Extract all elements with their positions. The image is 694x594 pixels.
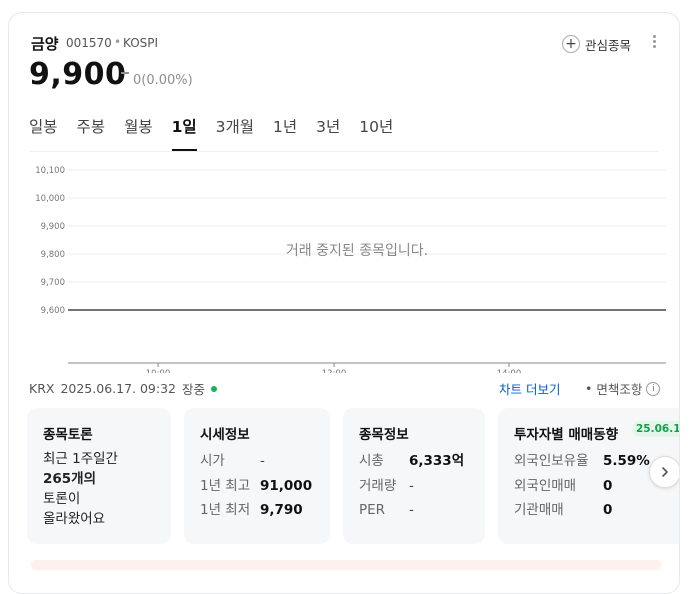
disclaimer-label: 면책조항: [596, 382, 643, 397]
watchlist-label: 관심종목: [585, 37, 632, 53]
tab-monthly[interactable]: 월봉: [124, 115, 153, 151]
quote-title: 시세정보: [200, 427, 250, 443]
stock-card: 금양 001570 • KOSPI 9,900 0(0.00%) + 관심종목 …: [8, 12, 680, 594]
current-price: 9,900: [29, 57, 127, 92]
plus-circle-icon: +: [562, 35, 580, 53]
discussion-summary: 최근 1주일간 265개의 토론이 올라왔어요: [43, 451, 118, 527]
tab-3months[interactable]: 3개월: [216, 115, 254, 151]
x-tick-label: 12:00: [322, 369, 347, 373]
trading-state: 장중: [182, 382, 206, 397]
y-tick-label: 10,000: [35, 194, 65, 204]
company-title: 종목정보: [359, 427, 409, 443]
quote-row-52w-low: 1년 최저 9,790: [200, 502, 303, 518]
header-separator: •: [114, 35, 122, 49]
quote-row-open: 시가 -: [200, 453, 265, 469]
y-tick-label: 9,800: [41, 250, 65, 260]
company-panel[interactable]: 종목정보 시총 6,333억 거래량 - PER -: [343, 408, 485, 544]
x-tick-label: 14:00: [497, 369, 522, 373]
next-panels-button[interactable]: [649, 456, 679, 488]
y-tick-label: 9,900: [41, 222, 65, 232]
flat-change-icon: [121, 72, 129, 74]
tab-1year[interactable]: 1년: [273, 115, 297, 151]
tab-weekly[interactable]: 주봉: [77, 115, 106, 151]
exchange-label: KRX: [29, 381, 55, 396]
price-chart[interactable]: 10,100 10,000 9,900 9,800 9,700 9,600 10:00 12:…: [17, 153, 672, 373]
bottom-banner: [31, 560, 661, 570]
investor-row-foreign-trade: 외국인매매 0: [514, 477, 613, 494]
investor-title: 투자자별 매매동향: [514, 427, 619, 443]
investor-row-foreign-ratio: 외국인보유율 5.59%: [514, 453, 650, 469]
trading-halt-message: 거래 중지된 종목입니다.: [286, 243, 428, 259]
investor-date-badge: 25.06.16: [632, 421, 679, 437]
investor-row-institution-trade: 기관매매 0: [514, 502, 613, 518]
company-row-per: PER -: [359, 502, 414, 518]
chart-more-link[interactable]: 차트 더보기: [499, 379, 560, 398]
price-change: 0(0.00%): [133, 73, 193, 88]
status-datetime: 2025.06.17. 09:32: [60, 381, 176, 396]
y-tick-label: 10,100: [35, 166, 65, 176]
disclaimer-link[interactable]: • 면책조항 i: [585, 379, 661, 398]
quote-panel[interactable]: 시세정보 시가 - 1년 최고 91,000 1년 최저 9,790: [184, 408, 330, 544]
discussion-title: 종목토론: [43, 427, 93, 443]
x-tick-label: 10:00: [146, 369, 171, 373]
tab-3years[interactable]: 3년: [316, 115, 340, 151]
stock-code: 001570: [66, 36, 112, 50]
y-tick-label: 9,700: [41, 278, 65, 288]
market-label: KOSPI: [123, 36, 159, 50]
tabs-divider: [29, 151, 659, 152]
discussion-count: 265개의: [43, 471, 97, 487]
watchlist-button[interactable]: + 관심종목: [562, 33, 631, 55]
more-vertical-icon[interactable]: [651, 35, 657, 53]
disclaimer-separator: •: [585, 381, 593, 396]
y-tick-label: 9,600: [41, 306, 65, 316]
company-row-marketcap: 시총 6,333억: [359, 453, 465, 469]
chevron-right-icon: [662, 467, 668, 477]
market-status: KRX 2025.06.17. 09:32 장중: [29, 379, 218, 398]
tab-daily[interactable]: 일봉: [29, 115, 58, 151]
company-row-volume: 거래량 -: [359, 477, 414, 494]
period-tabs: 일봉 주봉 월봉 1일 3개월 1년 3년 10년: [29, 115, 412, 151]
quote-row-52w-high: 1년 최고 91,000: [200, 477, 313, 494]
info-icon: i: [646, 381, 661, 396]
tab-10years[interactable]: 10년: [359, 115, 393, 151]
tab-1day[interactable]: 1일: [171, 115, 197, 151]
live-dot-icon: [211, 385, 218, 392]
discussion-panel[interactable]: 종목토론 최근 1주일간 265개의 토론이 올라왔어요: [27, 408, 171, 544]
stock-name[interactable]: 금양: [31, 33, 59, 54]
